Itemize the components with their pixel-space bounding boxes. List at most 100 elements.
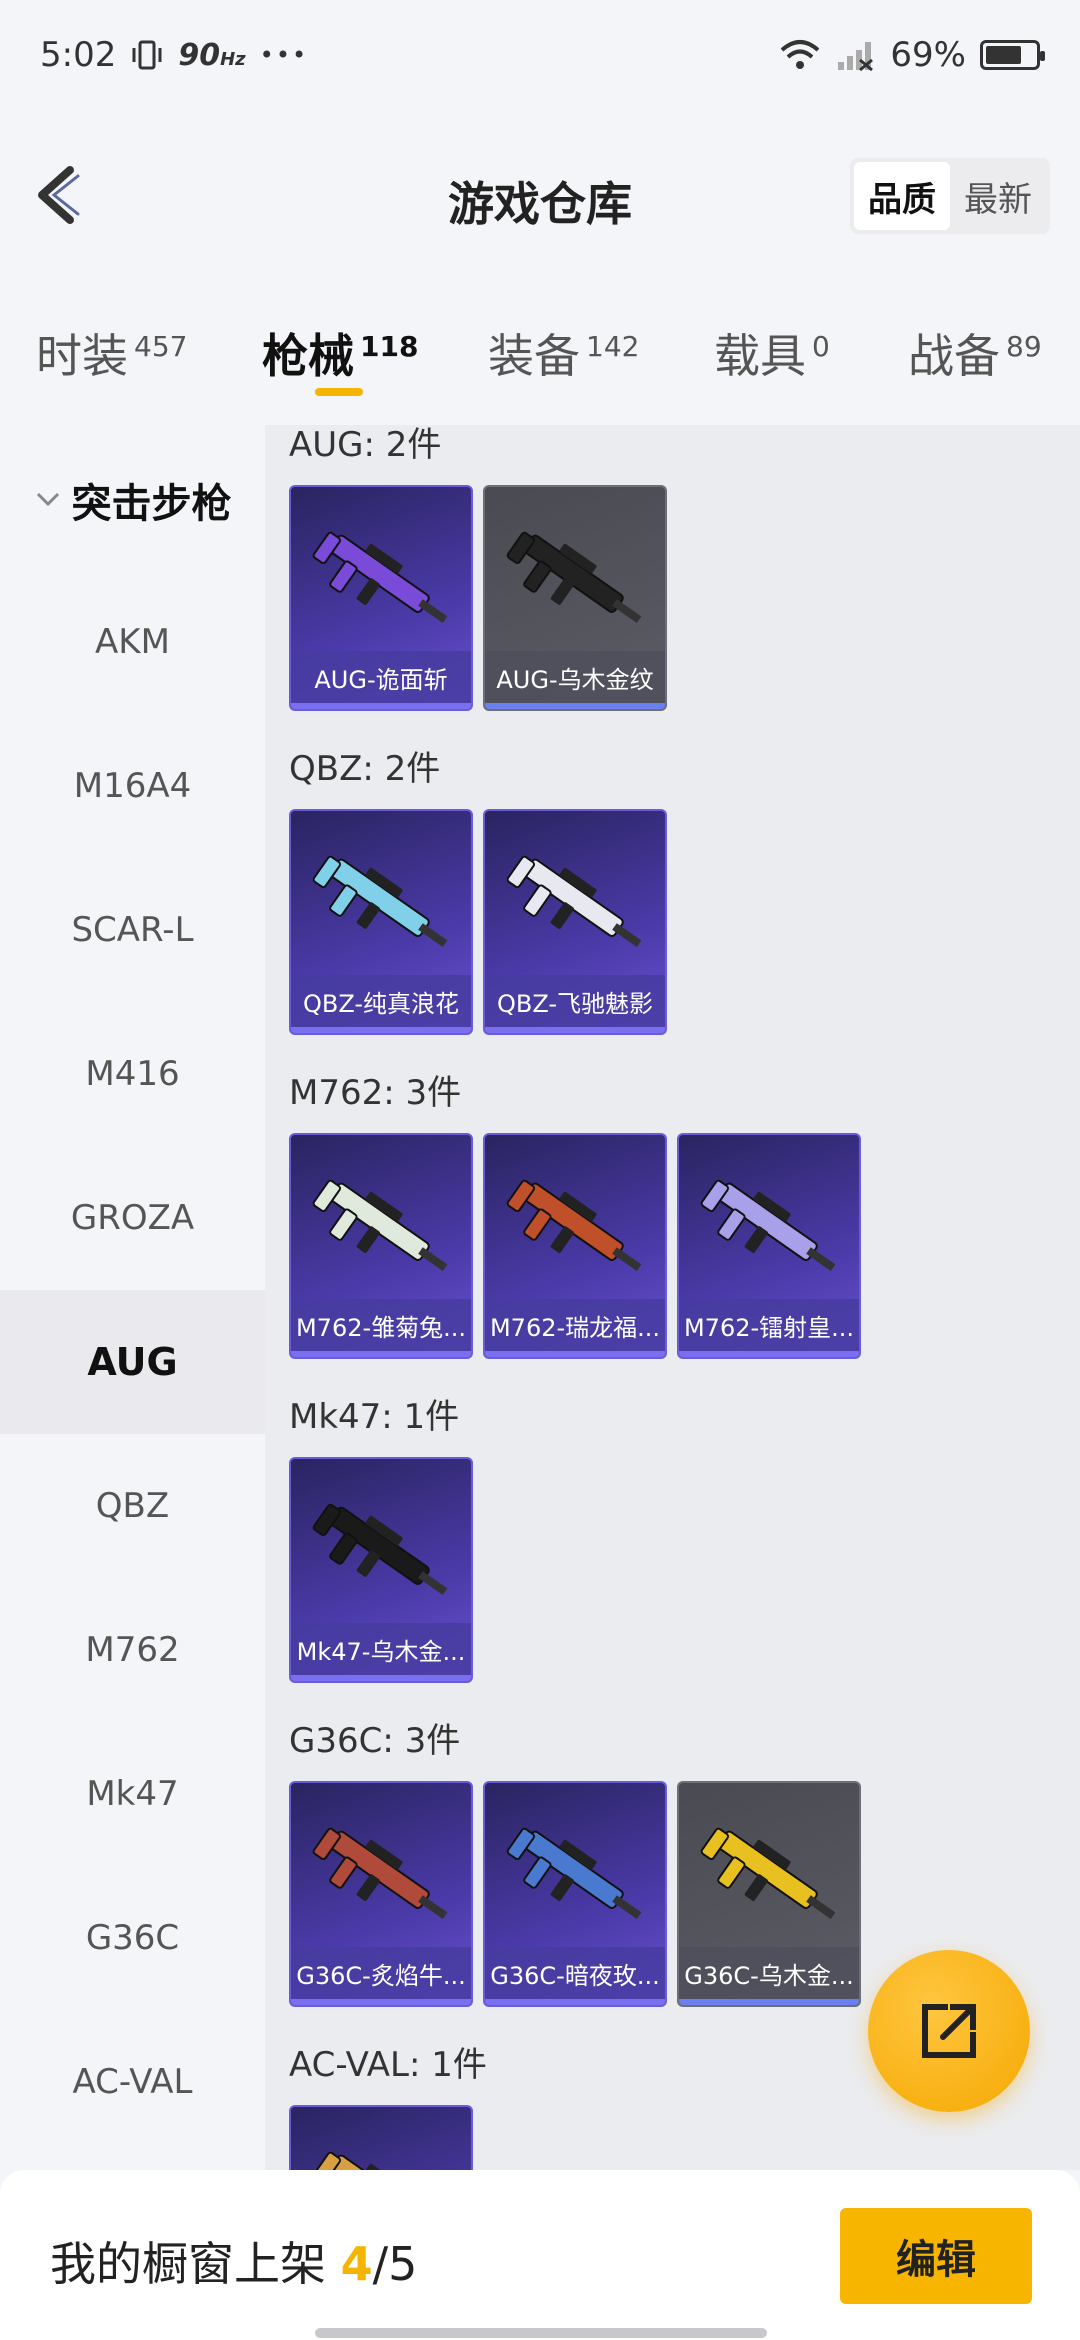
sidebar-item-m762[interactable]: M762 xyxy=(0,1578,265,1722)
header: 游戏仓库 品质 最新 xyxy=(0,130,1080,260)
gun-image xyxy=(700,1827,836,1919)
skin-name: M762-雏菊兔... xyxy=(291,1299,471,1351)
refresh-rate: 90Hz xyxy=(178,37,246,73)
skin-name: G36C-暗夜玫... xyxy=(485,1947,665,1999)
weapon-sidebar: 突击步枪 AKM M16A4 SCAR-L M416 GROZA AUG QBZ… xyxy=(0,430,265,2170)
sidebar-item-ac-val[interactable]: AC-VAL xyxy=(0,2010,265,2154)
share-button[interactable] xyxy=(868,1950,1030,2112)
status-time: 5:02 xyxy=(40,35,117,75)
rarity-bar xyxy=(485,1999,665,2005)
gun-image xyxy=(506,855,642,947)
weapon-section: QBZ: 2件 QBZ-纯真浪花 QBZ-飞驰魅影 xyxy=(265,749,1080,1073)
gun-image xyxy=(506,531,642,623)
tab-equipment[interactable]: 装备 142 xyxy=(488,320,639,386)
gun-image xyxy=(506,1179,642,1271)
battery-icon xyxy=(980,40,1045,70)
sort-quality[interactable]: 品质 xyxy=(854,162,950,230)
section-title: Mk47: 1件 xyxy=(289,1397,460,1437)
weapon-skin-card[interactable]: QBZ-飞驰魅影 xyxy=(483,809,667,1035)
skin-name: G36C-乌木金... xyxy=(679,1947,859,1999)
sidebar-item-g36c[interactable]: G36C xyxy=(0,1866,265,2010)
sort-newest[interactable]: 最新 xyxy=(950,162,1046,230)
sidebar-item-aug[interactable]: AUG xyxy=(0,1290,265,1434)
sidebar-group-assault-rifle[interactable]: 突击步枪 xyxy=(0,430,265,570)
showcase-count: 4 xyxy=(340,2237,373,2291)
weapon-skin-card[interactable] xyxy=(289,2105,473,2170)
status-right: 69% xyxy=(778,35,1045,75)
status-left: 5:02 90Hz ••• xyxy=(40,35,308,75)
gun-image xyxy=(506,1827,642,1919)
weapon-skin-card[interactable]: AUG-乌木金纹 xyxy=(483,485,667,711)
sidebar-item-m16a4[interactable]: M16A4 xyxy=(0,714,265,858)
wifi-icon xyxy=(781,40,820,69)
rarity-bar xyxy=(485,703,665,709)
weapon-skin-card[interactable]: QBZ-纯真浪花 xyxy=(289,809,473,1035)
rarity-bar xyxy=(291,703,471,709)
sidebar-item-mk47[interactable]: Mk47 xyxy=(0,1722,265,1866)
skin-name: AUG-乌木金纹 xyxy=(485,651,665,703)
skin-name: QBZ-纯真浪花 xyxy=(291,975,471,1027)
section-title: G36C: 3件 xyxy=(289,1721,461,1761)
rarity-bar xyxy=(485,1351,665,1357)
skin-name: AUG-诡面斩 xyxy=(291,651,471,703)
weapon-section: Mk47: 1件 Mk47-乌木金... xyxy=(265,1397,1080,1721)
item-row: AUG-诡面斩 AUG-乌木金纹 xyxy=(289,485,1080,749)
item-row: QBZ-纯真浪花 QBZ-飞驰魅影 xyxy=(289,809,1080,1073)
skin-name: G36C-炙焰牛... xyxy=(291,1947,471,1999)
skin-name: QBZ-飞驰魅影 xyxy=(485,975,665,1027)
rarity-bar xyxy=(485,1027,665,1033)
bottom-bar: 我的橱窗上架 4/5 编辑 xyxy=(0,2170,1080,2340)
weapon-skin-card[interactable]: M762-瑞龙福... xyxy=(483,1133,667,1359)
sidebar-item-groza[interactable]: GROZA xyxy=(0,1146,265,1290)
sidebar-item-m416[interactable]: M416 xyxy=(0,1002,265,1146)
status-bar: 5:02 90Hz ••• 69% xyxy=(0,0,1080,110)
tab-fashion[interactable]: 时装 457 xyxy=(36,320,187,386)
home-indicator[interactable] xyxy=(315,2328,767,2338)
chevron-down-icon xyxy=(36,492,59,507)
rarity-bar xyxy=(291,1027,471,1033)
battery-fill xyxy=(986,46,1021,64)
more-notifications: ••• xyxy=(259,41,309,69)
item-row xyxy=(289,2105,1080,2170)
rarity-bar xyxy=(679,1351,859,1357)
sidebar-item-scar-l[interactable]: SCAR-L xyxy=(0,858,265,1002)
gun-image xyxy=(312,2151,430,2170)
weapon-section: AUG: 2件 AUG-诡面斩 AUG-乌木金纹 xyxy=(265,425,1080,749)
rarity-bar xyxy=(291,1675,471,1681)
share-icon xyxy=(922,2004,976,2058)
category-tabs: 时装 457 枪械 118 装备 142 载具 0 战备 89 xyxy=(0,300,1080,410)
gun-image xyxy=(312,1827,448,1919)
weapon-skin-card[interactable]: G36C-炙焰牛... xyxy=(289,1781,473,2007)
weapon-list[interactable]: AUG: 2件 AUG-诡面斩 AUG-乌木金纹 QBZ: 2件 QBZ-纯真浪花 QBZ… xyxy=(265,425,1080,2170)
skin-name: M762-镭射皇... xyxy=(679,1299,859,1351)
weapon-skin-card[interactable]: G36C-暗夜玫... xyxy=(483,1781,667,2007)
weapon-section: M762: 3件 M762-雏菊兔... M762-瑞龙福... M762-镭射皇..… xyxy=(265,1073,1080,1397)
weapon-skin-card[interactable]: Mk47-乌木金... xyxy=(289,1457,473,1683)
sidebar-item-akm[interactable]: AKM xyxy=(0,570,265,714)
sidebar-item-qbz[interactable]: QBZ xyxy=(0,1434,265,1578)
tab-vehicles[interactable]: 载具 0 xyxy=(714,320,830,386)
tab-supplies[interactable]: 战备 89 xyxy=(908,320,1042,386)
sort-toggle: 品质 最新 xyxy=(850,158,1050,234)
gun-image xyxy=(312,1179,448,1271)
weapon-skin-card[interactable]: M762-雏菊兔... xyxy=(289,1133,473,1359)
active-tab-indicator xyxy=(315,388,363,396)
gun-image xyxy=(312,531,448,623)
battery-percent: 69% xyxy=(890,35,966,75)
vibrate-icon xyxy=(132,40,162,70)
skin-name: M762-瑞龙福... xyxy=(485,1299,665,1351)
section-title: AUG: 2件 xyxy=(289,425,442,465)
tab-firearms[interactable]: 枪械 118 xyxy=(262,320,418,386)
section-title: M762: 3件 xyxy=(289,1073,462,1113)
rarity-bar xyxy=(291,1999,471,2005)
edit-button[interactable]: 编辑 xyxy=(840,2208,1032,2304)
rarity-bar xyxy=(679,1999,859,2005)
weapon-skin-card[interactable]: AUG-诡面斩 xyxy=(289,485,473,711)
weapon-skin-card[interactable]: G36C-乌木金... xyxy=(677,1781,861,2007)
item-row: M762-雏菊兔... M762-瑞龙福... M762-镭射皇... xyxy=(289,1133,1080,1397)
showcase-status: 我的橱窗上架 4/5 xyxy=(50,2237,418,2291)
gun-image xyxy=(312,1503,448,1595)
rarity-bar xyxy=(291,1351,471,1357)
signal-icon xyxy=(838,42,874,72)
weapon-skin-card[interactable]: M762-镭射皇... xyxy=(677,1133,861,1359)
